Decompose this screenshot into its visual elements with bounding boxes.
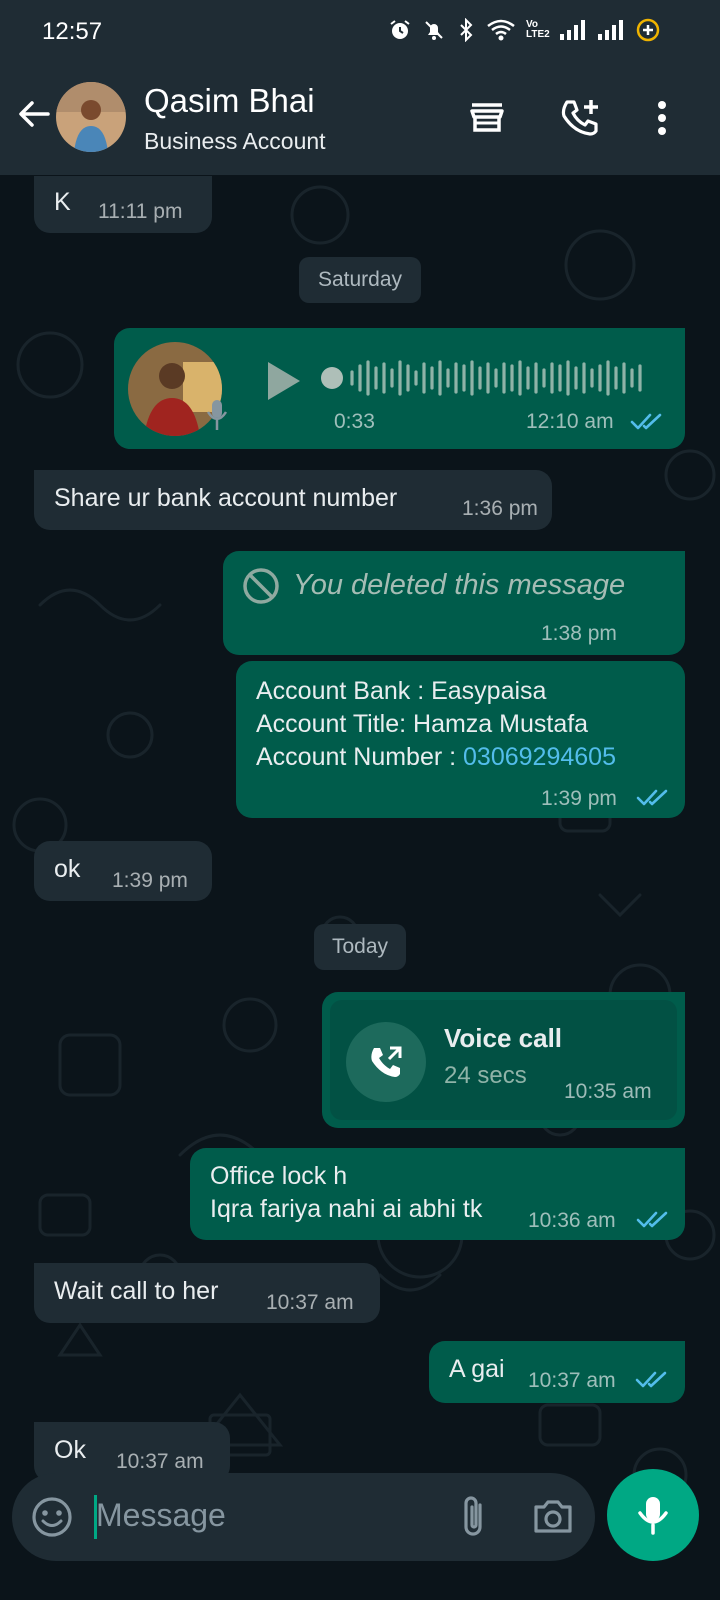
more-options-button[interactable] (638, 94, 686, 142)
message-text: Ok (54, 1436, 86, 1464)
message-line: Office lock h (210, 1162, 348, 1190)
message-text: Wait call to her (54, 1277, 219, 1305)
message-time: 1:39 pm (541, 787, 617, 810)
wifi-icon (487, 19, 515, 41)
message-line-with-link: Account Number : 03069294605 (256, 741, 616, 773)
camera-button[interactable] (530, 1495, 576, 1539)
call-card: Voice call 24 secs 10:35 am (330, 1000, 677, 1120)
status-icons: Vo LTE2 (388, 18, 660, 42)
play-button[interactable] (260, 358, 306, 404)
voice-waveform[interactable] (320, 356, 660, 400)
message-outgoing[interactable]: A gai 10:37 am (429, 1341, 685, 1403)
read-ticks-icon (636, 789, 668, 806)
message-time: 10:37 am (528, 1369, 616, 1392)
message-outgoing-call[interactable]: Voice call 24 secs 10:35 am (322, 992, 685, 1128)
read-ticks-icon (636, 1211, 668, 1228)
phone-number-link[interactable]: 03069294605 (463, 743, 616, 771)
battery-saver-icon (636, 18, 660, 42)
voice-record-button[interactable] (607, 1469, 699, 1561)
more-vert-icon (658, 101, 666, 135)
back-button[interactable] (14, 94, 54, 134)
back-arrow-icon (19, 101, 50, 127)
call-title: Voice call (444, 1023, 563, 1053)
message-time: 10:35 am (564, 1080, 652, 1103)
message-outgoing[interactable]: Office lock h Iqra fariya nahi ai abhi t… (190, 1148, 685, 1240)
mic-icon (638, 1497, 668, 1535)
deleted-text: You deleted this message (293, 569, 626, 601)
camera-icon (534, 1500, 572, 1533)
catalog-button[interactable] (463, 94, 511, 142)
add-call-icon (561, 100, 598, 136)
signal-1-icon (560, 20, 585, 40)
whatsapp-chat-screen: 12:57 Vo LTE2 Qasim Bhai Business Accoun (0, 0, 720, 1600)
message-time: 11:11 pm (98, 200, 183, 223)
message-time: 10:37 am (116, 1450, 204, 1473)
contact-avatar[interactable] (56, 82, 126, 152)
contact-name[interactable]: Qasim Bhai (144, 82, 315, 120)
message-outgoing[interactable]: Account Bank : Easypaisa Account Title: … (236, 661, 685, 818)
message-line: Account Number : (256, 743, 464, 771)
date-divider: Today (314, 924, 406, 970)
mic-badge-icon (206, 400, 228, 430)
message-line: Account Title: Hamza Mustafa (256, 710, 589, 738)
read-ticks-icon (635, 1371, 667, 1388)
message-line: Account Bank : Easypaisa (256, 677, 547, 705)
message-incoming[interactable]: ok 1:39 pm (34, 841, 212, 901)
message-time: 12:10 am (526, 410, 614, 433)
call-icon (371, 1046, 402, 1077)
status-bar: 12:57 Vo LTE2 (0, 0, 720, 64)
call-icon-circle (346, 1022, 426, 1102)
bluetooth-icon (460, 18, 473, 42)
message-text: Share ur bank account number (54, 484, 398, 512)
alarm-icon (390, 20, 410, 39)
add-call-button[interactable] (556, 94, 604, 142)
message-text: ok (54, 855, 81, 883)
message-text: K (54, 188, 71, 216)
message-incoming[interactable]: Wait call to her 10:37 am (34, 1263, 380, 1323)
call-duration: 24 secs (444, 1062, 527, 1089)
emoji-button[interactable] (30, 1495, 74, 1539)
chat-header: Qasim Bhai Business Account (0, 64, 720, 175)
voice-duration: 0:33 (334, 410, 375, 433)
message-time: 1:39 pm (112, 869, 188, 892)
deleted-icon (243, 568, 279, 604)
read-ticks-icon (630, 413, 662, 430)
message-incoming[interactable]: Share ur bank account number 1:36 pm (34, 470, 552, 530)
message-time: 10:37 am (266, 1291, 354, 1314)
attach-icon (464, 1496, 482, 1536)
message-composer[interactable]: Message (12, 1473, 595, 1561)
avatar-photo (56, 82, 126, 152)
mute-bell-icon (425, 21, 443, 40)
message-text: A gai (449, 1355, 505, 1383)
contact-subtitle: Business Account (144, 128, 326, 154)
signal-2-icon (598, 20, 623, 40)
play-icon (268, 362, 300, 400)
message-time: 10:36 am (528, 1209, 616, 1232)
message-time: 1:38 pm (541, 622, 617, 645)
message-time: 1:36 pm (462, 497, 538, 520)
message-incoming[interactable]: K 11:11 pm (34, 176, 212, 233)
status-time: 12:57 (42, 18, 103, 45)
attach-button[interactable] (452, 1493, 496, 1541)
message-input-placeholder[interactable]: Message (96, 1497, 226, 1534)
network-type: Vo LTE2 (526, 19, 550, 40)
date-divider: Saturday (299, 257, 421, 303)
emoji-icon (32, 1497, 72, 1537)
message-outgoing-deleted[interactable]: You deleted this message 1:38 pm (223, 551, 685, 655)
message-line: Iqra fariya nahi ai abhi tk (210, 1195, 483, 1223)
store-icon (470, 103, 504, 132)
message-outgoing-voice[interactable]: 0:33 12:10 am (114, 328, 685, 449)
